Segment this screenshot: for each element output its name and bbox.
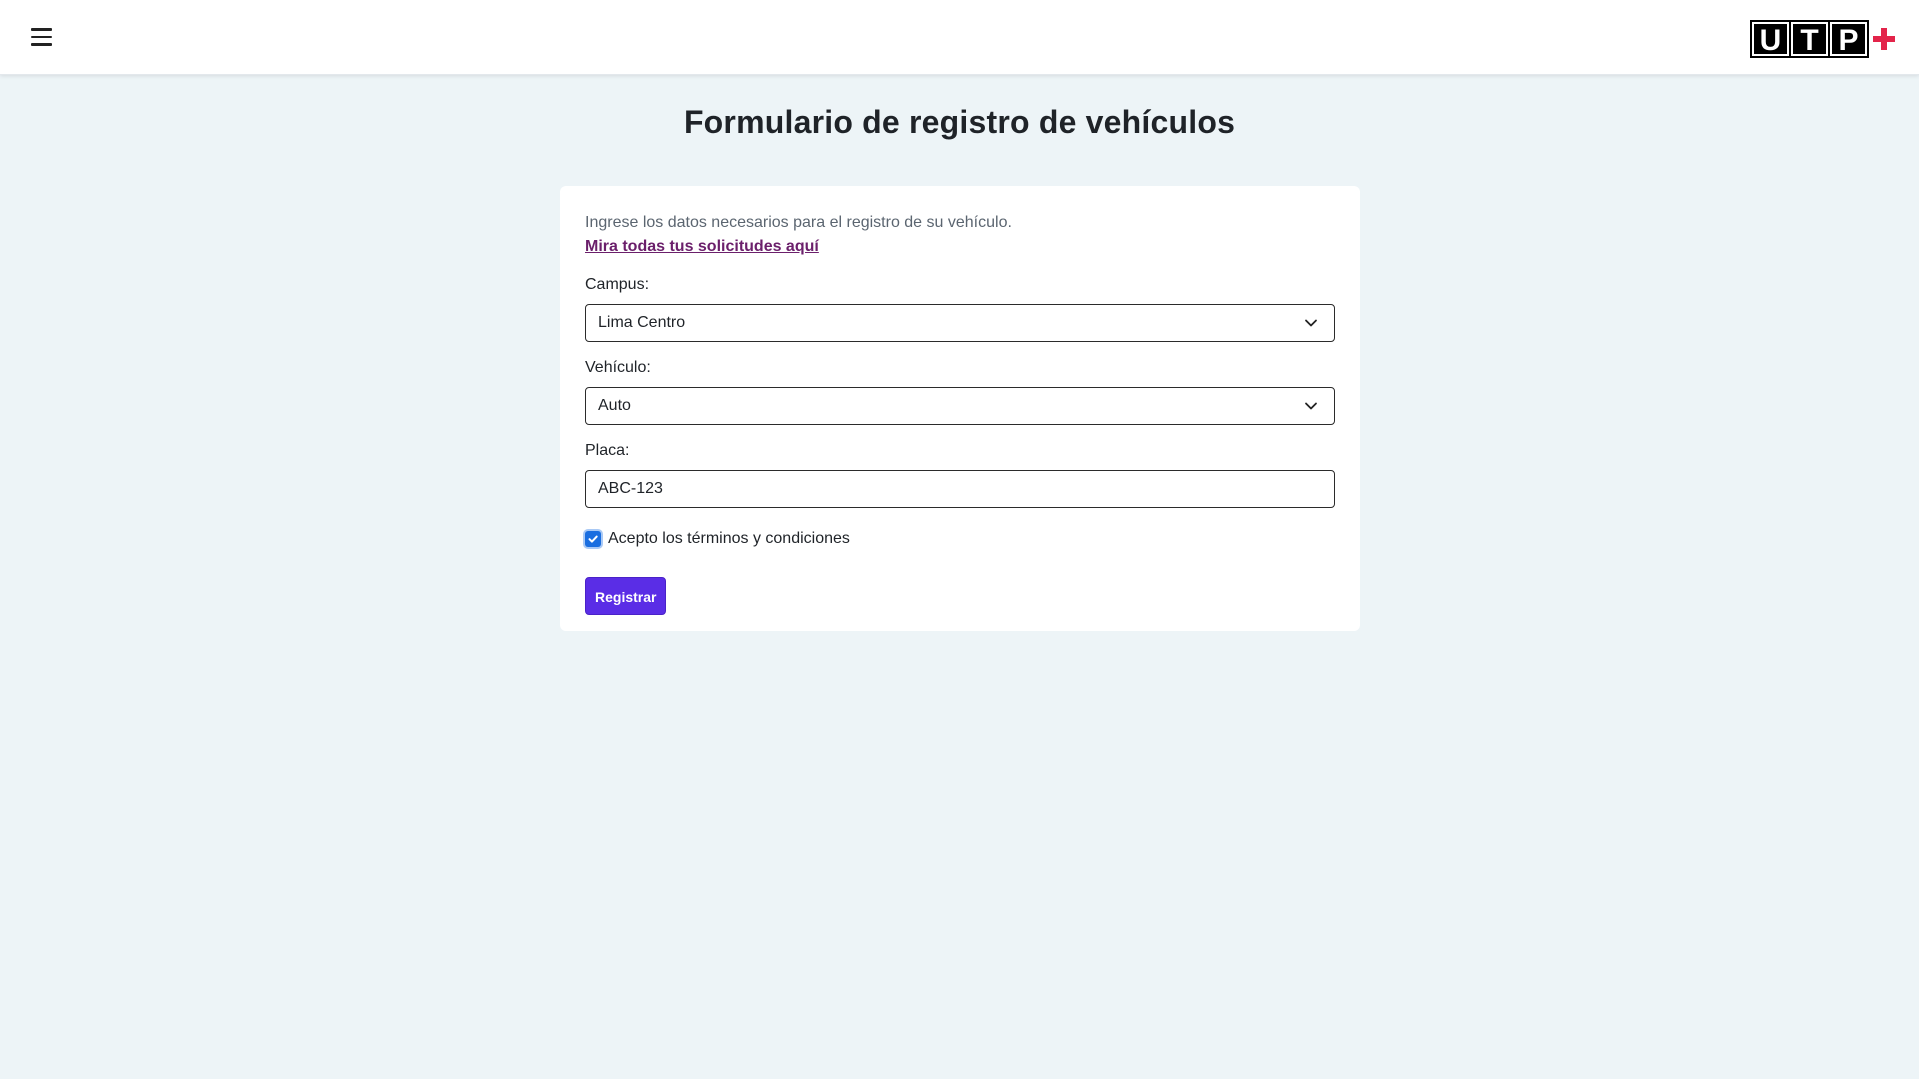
logo-letter-t: T: [1791, 22, 1828, 57]
vehicle-select[interactable]: Auto: [585, 387, 1335, 425]
register-button[interactable]: Registrar: [585, 577, 667, 615]
chevron-down-icon: [1305, 402, 1317, 410]
plate-input-value: ABC-123: [598, 480, 663, 497]
vehicle-select-value: Auto: [598, 397, 631, 414]
utp-logo-letters: U T P: [1750, 20, 1869, 58]
registration-form-card: Ingrese los datos necesarios para el reg…: [560, 186, 1360, 631]
page-title: Formulario de registro de vehículos: [683, 104, 1236, 140]
campus-select[interactable]: Lima Centro: [585, 304, 1335, 342]
campus-label: Campus:: [585, 276, 650, 293]
terms-label[interactable]: Acepto los términos y condiciones: [608, 530, 850, 548]
logo-letter-p: P: [1830, 22, 1867, 57]
chevron-down-icon: [1305, 319, 1317, 327]
campus-select-value: Lima Centro: [598, 314, 686, 331]
hamburger-menu-icon[interactable]: [28, 25, 58, 49]
view-requests-link[interactable]: Mira todas tus solicitudes aquí: [585, 235, 819, 259]
plate-input[interactable]: ABC-123: [585, 470, 1335, 508]
form-intro-text: Ingrese los datos necesarios para el reg…: [585, 214, 1012, 231]
vehicle-label: Vehículo:: [585, 359, 651, 376]
terms-checkbox[interactable]: [585, 531, 601, 547]
logo-letter-u: U: [1752, 22, 1789, 57]
top-navbar: U T P: [0, 0, 1919, 75]
terms-row: Acepto los términos y condiciones: [585, 528, 1335, 550]
plate-label: Placa:: [585, 442, 630, 459]
logo-plus-icon: [1873, 28, 1895, 50]
utp-logo[interactable]: U T P: [1750, 20, 1895, 58]
checkmark-icon: [588, 535, 598, 543]
